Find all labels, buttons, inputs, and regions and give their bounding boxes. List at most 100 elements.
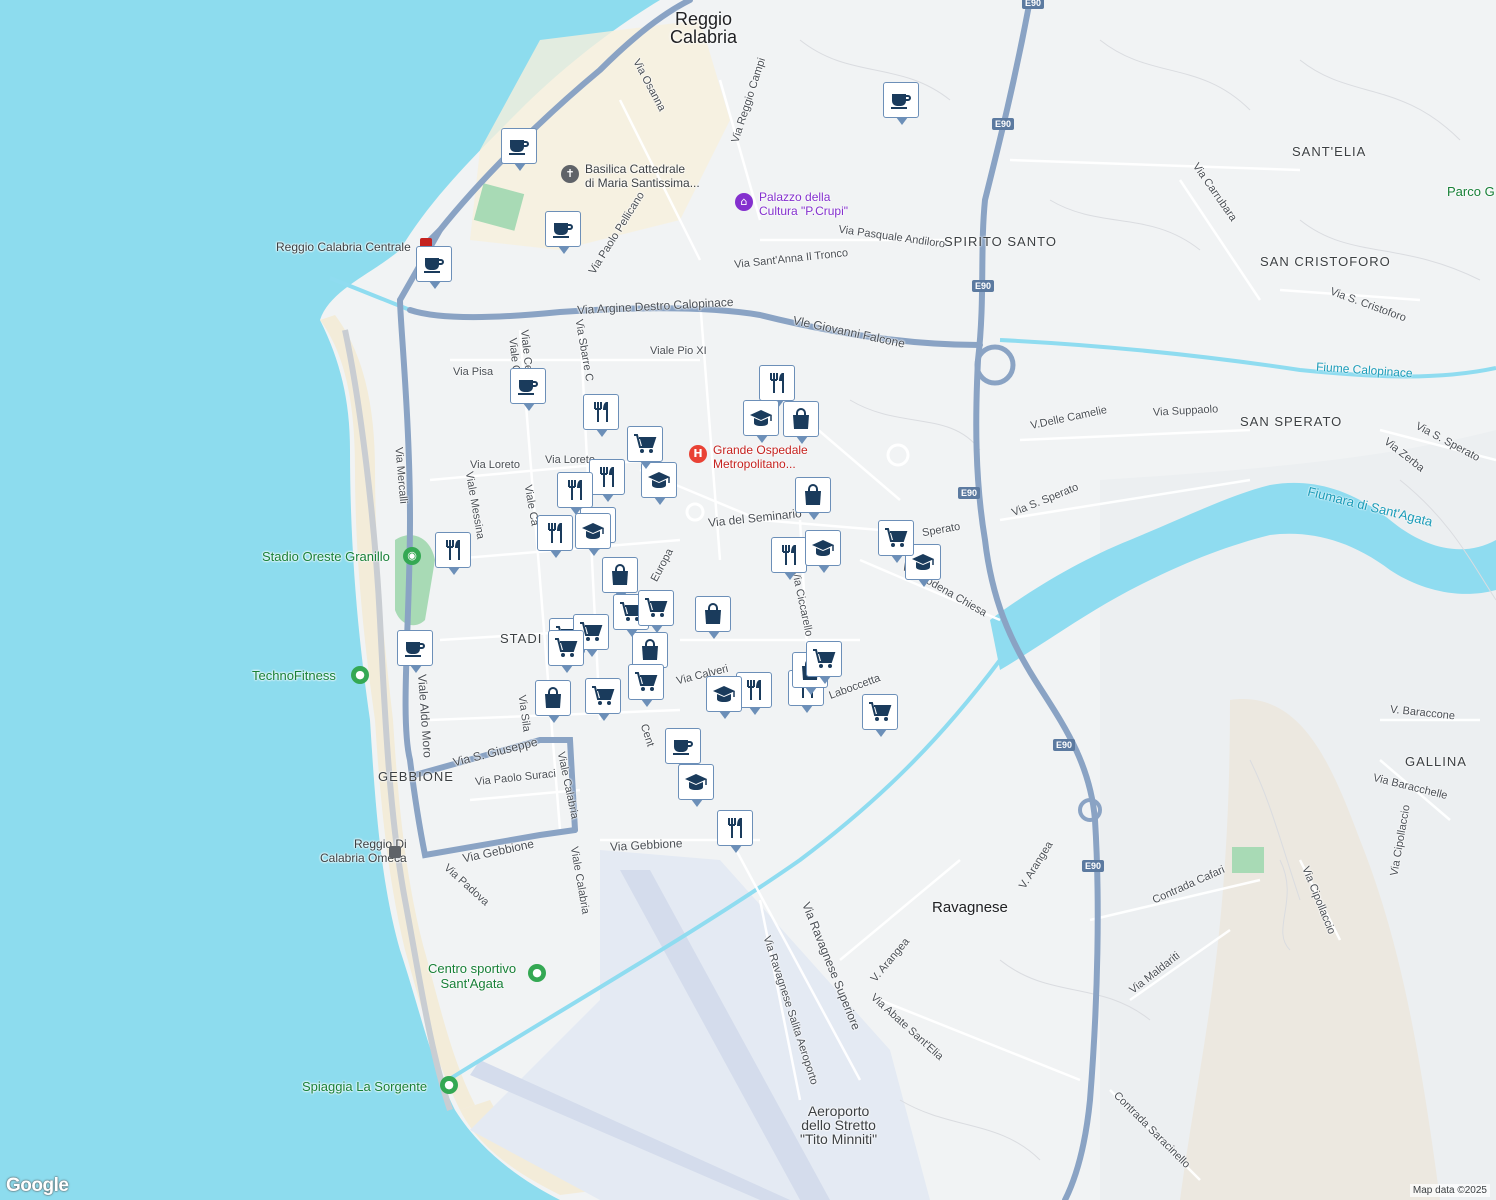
grocery-marker[interactable] — [806, 641, 842, 684]
restaurant-marker[interactable] — [537, 515, 573, 558]
town-label-ravagnese: Ravagnese — [932, 899, 1008, 916]
shopping-marker[interactable] — [632, 632, 668, 675]
cafe-marker[interactable] — [545, 211, 581, 254]
grocery-marker[interactable] — [638, 590, 674, 633]
shopping-bag-icon — [635, 635, 665, 665]
restaurant-icon — [560, 475, 590, 505]
church-icon[interactable]: ✝ — [561, 165, 579, 183]
e90-shield: E90 — [1082, 860, 1105, 872]
restaurant-marker[interactable] — [771, 537, 807, 580]
restaurant-marker[interactable] — [717, 810, 753, 853]
shopping-marker[interactable] — [602, 557, 638, 600]
airport-label: Aeroporto dello Stretto "Tito Minniti" — [800, 1103, 878, 1147]
grocery-marker[interactable] — [585, 678, 621, 721]
cafe-icon — [419, 249, 449, 279]
shopping-bag-icon — [786, 404, 816, 434]
poi-label-stadio[interactable]: Stadio Oreste Granillo — [262, 550, 390, 563]
shopping-cart-icon — [641, 593, 671, 623]
stadium-icon[interactable]: ◉ — [403, 547, 421, 565]
e90-shield: E90 — [958, 487, 981, 499]
street-label: Via Loreto — [545, 454, 595, 466]
cafe-marker[interactable] — [416, 246, 452, 289]
street-label: Via Pisa — [453, 366, 494, 378]
shopping-cart-icon — [865, 697, 895, 727]
shopping-bag-icon — [538, 683, 568, 713]
museum-icon[interactable]: ⌂ — [735, 193, 753, 211]
grocery-marker[interactable] — [627, 426, 663, 469]
poi-label-technofitness[interactable]: TechnoFitness — [252, 669, 336, 682]
restaurant-marker[interactable] — [589, 459, 625, 502]
cafe-icon — [504, 131, 534, 161]
school-marker[interactable] — [678, 764, 714, 807]
school-marker[interactable] — [706, 676, 742, 719]
street-label: Via Loreto — [470, 459, 520, 471]
restaurant-icon — [586, 397, 616, 427]
shopping-cart-icon — [630, 429, 660, 459]
poi-label-centro-sportivo[interactable]: Centro sportivo Sant'Agata — [428, 961, 516, 991]
sports-icon[interactable]: ● — [528, 964, 546, 982]
school-icon — [746, 403, 776, 433]
restaurant-icon — [720, 813, 750, 843]
cafe-icon — [668, 731, 698, 761]
shopping-marker[interactable] — [783, 401, 819, 444]
restaurant-marker[interactable] — [583, 394, 619, 437]
hood-label: SAN SPERATO — [1240, 414, 1343, 429]
school-icon — [578, 516, 608, 546]
school-marker[interactable] — [743, 400, 779, 443]
grocery-marker[interactable] — [878, 520, 914, 563]
shopping-bag-icon — [605, 560, 635, 590]
map-base-layer — [0, 0, 1496, 1200]
cafe-icon — [513, 371, 543, 401]
cafe-marker[interactable] — [883, 82, 919, 125]
shopping-marker[interactable] — [535, 680, 571, 723]
poi-label-ospedale[interactable]: Grande Ospedale Metropolitano... — [713, 443, 808, 471]
cafe-marker[interactable] — [510, 368, 546, 411]
map-canvas[interactable]: E90 E90 E90 E90 E90 E90 Reggio Calabria … — [0, 0, 1496, 1200]
hood-label: STADI — [500, 631, 543, 646]
poi-label-spiaggia[interactable]: Spiaggia La Sorgente — [302, 1080, 427, 1093]
shopping-cart-icon — [551, 633, 581, 663]
grocery-marker[interactable] — [548, 630, 584, 673]
shopping-marker[interactable] — [795, 477, 831, 520]
restaurant-icon — [762, 368, 792, 398]
restaurant-marker[interactable] — [759, 365, 795, 408]
hood-label: SANT'ELIA — [1292, 144, 1367, 159]
street-label: Viale Pio XI — [650, 345, 707, 357]
map-attribution[interactable]: Map data ©2025 — [1409, 1184, 1490, 1197]
school-marker[interactable] — [575, 513, 611, 556]
shopping-marker[interactable] — [695, 596, 731, 639]
cafe-marker[interactable] — [665, 728, 701, 771]
school-icon — [681, 767, 711, 797]
poi-label-palazzo[interactable]: Palazzo della Cultura "P.Crupi" — [759, 190, 848, 218]
restaurant-icon — [739, 675, 769, 705]
grocery-marker[interactable] — [862, 694, 898, 737]
beach-icon[interactable]: ● — [440, 1076, 458, 1094]
e90-shield: E90 — [992, 118, 1015, 130]
restaurant-marker[interactable] — [557, 472, 593, 515]
gym-icon[interactable]: ● — [351, 666, 369, 684]
restaurant-marker[interactable] — [435, 532, 471, 575]
hospital-icon[interactable]: H — [689, 445, 707, 463]
school-marker[interactable] — [805, 530, 841, 573]
shopping-cart-icon — [881, 523, 911, 553]
shopping-bag-icon — [698, 599, 728, 629]
e90-shield: E90 — [1022, 0, 1045, 9]
cafe-icon — [886, 85, 916, 115]
e90-shield: E90 — [1053, 739, 1076, 751]
school-icon — [644, 465, 674, 495]
school-icon — [709, 679, 739, 709]
hood-label: SAN CRISTOFORO — [1260, 254, 1391, 269]
poi-label-parco[interactable]: Parco G — [1447, 185, 1495, 198]
restaurant-icon — [438, 535, 468, 565]
restaurant-icon — [592, 462, 622, 492]
poi-label-basilica[interactable]: Basilica Cattedrale di Maria Santissima.… — [585, 162, 700, 190]
train-stop-icon[interactable] — [389, 846, 401, 858]
google-logo: Google — [6, 1175, 69, 1196]
shopping-bag-icon — [798, 480, 828, 510]
poi-label-stazione[interactable]: Reggio Calabria Centrale — [276, 241, 411, 253]
shopping-cart-icon — [588, 681, 618, 711]
grocery-marker[interactable] — [628, 664, 664, 707]
shopping-cart-icon — [631, 667, 661, 697]
cafe-marker[interactable] — [397, 630, 433, 673]
cafe-marker[interactable] — [501, 128, 537, 171]
